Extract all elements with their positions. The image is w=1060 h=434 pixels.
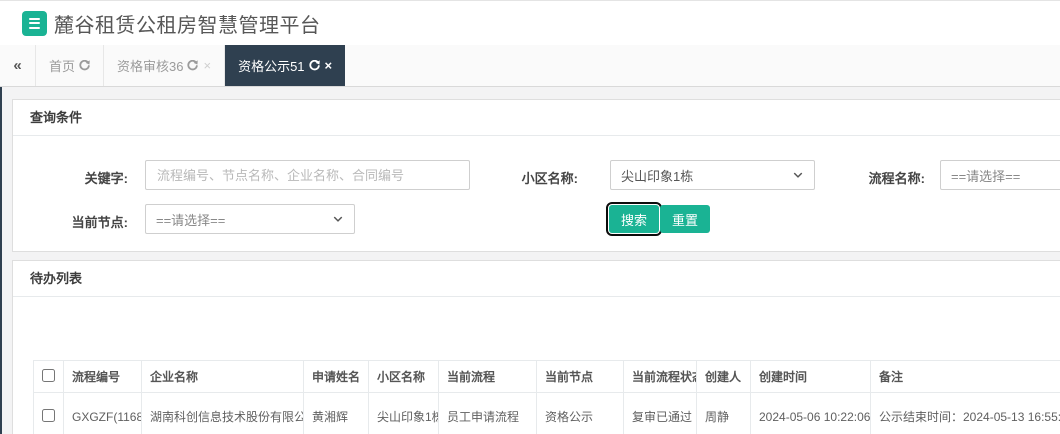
search-button[interactable]: 搜索 <box>605 202 663 236</box>
row-checkbox[interactable] <box>42 408 55 422</box>
app-header: 麓谷租赁公租房智慧管理平台 <box>0 1 1060 45</box>
chevron-down-icon <box>332 213 344 225</box>
query-panel: 查询条件 关键字: 小区名称: 尖山印象1栋 流程名称: ==请选择== <box>12 99 1060 252</box>
tab-label: 资格审核36 <box>117 59 184 74</box>
tab-home[interactable]: 首页 <box>36 45 105 86</box>
reset-button[interactable]: 重置 <box>660 205 711 233</box>
app-window: 麓谷租赁公租房智慧管理平台 « 首页 资格审核36 × 资格公示51 × 查询条… <box>0 0 1060 434</box>
menu-icon[interactable] <box>22 10 47 36</box>
col-process-id: 流程编号 <box>63 360 142 393</box>
cell-current-process: 员工申请流程 <box>438 392 537 434</box>
keyword-input[interactable] <box>145 160 470 190</box>
community-select-value: 尖山印象1栋 <box>621 168 694 184</box>
col-company-name: 企业名称 <box>141 360 304 393</box>
col-applicant-name: 申请姓名 <box>303 360 369 393</box>
tab-qualification-review[interactable]: 资格审核36 × <box>104 45 226 86</box>
process-name-label: 流程名称: <box>868 171 925 186</box>
cell-creator: 周静 <box>696 392 751 434</box>
table-header-row: 流程编号 企业名称 申请姓名 小区名称 当前流程 当前节点 当前流程状态 创建人… <box>33 360 1060 393</box>
col-current-process: 当前流程 <box>438 360 537 393</box>
cell-applicant-name: 黄湘辉 <box>303 392 369 434</box>
cell-current-node: 资格公示 <box>536 392 624 434</box>
community-select[interactable]: 尖山印象1栋 <box>610 160 815 190</box>
col-process-status: 当前流程状态 <box>623 360 697 393</box>
app-title: 麓谷租赁公租房智慧管理平台 <box>54 14 321 37</box>
tab-bar: « 首页 资格审核36 × 资格公示51 × <box>0 45 1060 87</box>
tab-label: 首页 <box>49 59 76 74</box>
chevron-down-icon <box>792 169 804 181</box>
cell-process-id: GXGZF(11680) <box>63 392 142 434</box>
todo-panel-title: 待办列表 <box>13 261 1060 297</box>
current-node-select[interactable]: ==请选择== <box>145 204 355 234</box>
todo-table: 流程编号 企业名称 申请姓名 小区名称 当前流程 当前节点 当前流程状态 创建人… <box>33 360 1060 434</box>
cell-remark: 公示结束时间：2024-05-13 16:55:00 <box>870 392 1060 434</box>
process-name-select[interactable]: ==请选择== <box>940 160 1060 190</box>
col-create-time: 创建时间 <box>750 360 871 393</box>
col-remark: 备注 <box>870 360 1060 393</box>
select-all-checkbox[interactable] <box>42 368 55 382</box>
tab-qualification-publicity[interactable]: 资格公示51 × <box>225 45 346 86</box>
process-name-select-value: ==请选择== <box>951 168 1021 184</box>
todo-table-wrapper: 流程编号 企业名称 申请姓名 小区名称 当前流程 当前节点 当前流程状态 创建人… <box>13 297 1060 434</box>
cell-process-status: 复审已通过 <box>623 392 697 434</box>
col-community-name: 小区名称 <box>368 360 439 393</box>
query-form: 关键字: 小区名称: 尖山印象1栋 流程名称: ==请选择== 当前节点: <box>13 136 1060 251</box>
todo-panel: 待办列表 流程编号 企业名称 申请姓名 小区名称 当前流程 当前节点 当前流程状… <box>12 260 1060 434</box>
collapse-tabs-icon[interactable]: « <box>0 45 36 86</box>
close-icon[interactable]: × <box>203 59 211 72</box>
cell-community-name: 尖山印象1栋 <box>368 392 439 434</box>
col-current-node: 当前节点 <box>536 360 624 393</box>
current-node-label: 当前节点: <box>71 215 128 230</box>
tab-label: 资格公示51 <box>238 59 305 74</box>
keyword-label: 关键字: <box>84 171 128 186</box>
main-content: 查询条件 关键字: 小区名称: 尖山印象1栋 流程名称: ==请选择== <box>0 87 1060 434</box>
close-icon[interactable]: × <box>325 59 333 72</box>
current-node-select-value: ==请选择== <box>156 212 226 228</box>
refresh-icon[interactable] <box>308 60 320 71</box>
cell-company-name: 湖南科创信息技术股份有限公司 <box>141 392 304 434</box>
query-panel-title: 查询条件 <box>13 100 1060 136</box>
cell-create-time: 2024-05-06 10:22:06 <box>750 392 871 434</box>
community-label: 小区名称: <box>521 171 578 186</box>
table-row[interactable]: GXGZF(11680) 湖南科创信息技术股份有限公司 黄湘辉 尖山印象1栋 员… <box>33 392 1060 434</box>
refresh-icon[interactable] <box>79 60 90 71</box>
col-creator: 创建人 <box>696 360 751 393</box>
refresh-icon[interactable] <box>187 60 199 71</box>
